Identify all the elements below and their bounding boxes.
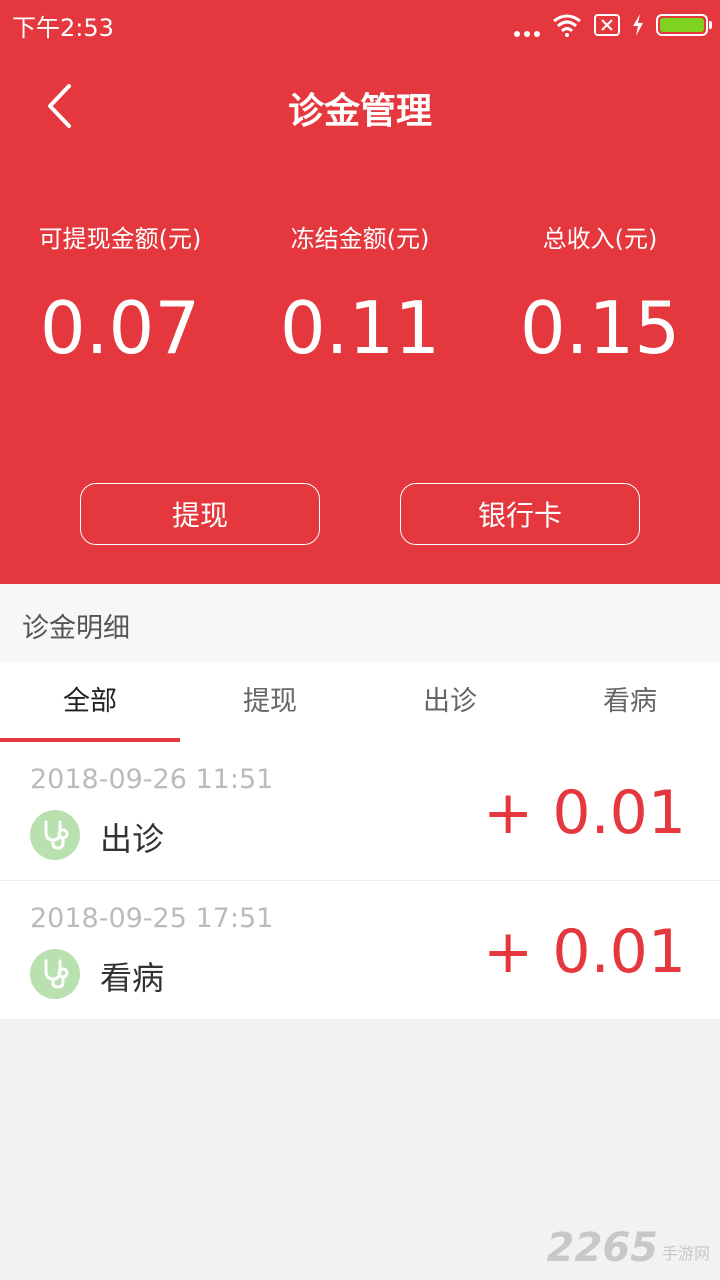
balance-stats: 可提现金额(元) 0.07 冻结金额(元) 0.11 总收入(元) 0.15	[0, 218, 720, 368]
list-item[interactable]: 2018-09-26 11:51 出诊 + 0.01	[0, 742, 720, 881]
stat-value: 0.07	[39, 286, 201, 370]
filter-tabs: 全部 提现 出诊 看病	[0, 662, 720, 742]
withdraw-button[interactable]: 提现	[80, 483, 320, 545]
tab-label: 提现	[243, 686, 297, 717]
tab-label: 看病	[603, 686, 657, 717]
section-title: 诊金明细	[22, 613, 130, 644]
transaction-list: 2018-09-26 11:51 出诊 + 0.01 2018-09-25 17…	[0, 742, 720, 1020]
section-header: 诊金明细	[0, 584, 720, 662]
watermark-text: 手游网	[661, 1244, 710, 1263]
stat-value: 0.11	[279, 286, 441, 370]
status-icons	[514, 10, 712, 40]
item-type: 看病	[100, 959, 165, 997]
page-title: 诊金管理	[287, 91, 432, 132]
stethoscope-icon	[30, 810, 80, 860]
tab-consultation[interactable]: 看病	[540, 662, 720, 742]
sim-off-icon	[594, 14, 620, 36]
stat-label: 冻结金额(元)	[290, 225, 430, 253]
stat-label: 可提现金额(元)	[38, 225, 202, 253]
watermark-number: 2265	[546, 1225, 658, 1271]
tab-withdraw[interactable]: 提现	[180, 662, 360, 742]
item-time: 2018-09-25 17:51	[30, 903, 274, 934]
stat-total-income: 总收入(元) 0.15	[480, 218, 720, 368]
stat-frozen: 冻结金额(元) 0.11	[240, 218, 480, 368]
status-time: 下午2:53	[12, 14, 114, 42]
charging-icon	[633, 14, 643, 36]
item-type: 出诊	[100, 820, 165, 858]
list-item[interactable]: 2018-09-25 17:51 看病 + 0.01	[0, 881, 720, 1020]
tab-label: 出诊	[423, 686, 477, 717]
stat-label: 总收入(元)	[542, 225, 658, 253]
battery-icon	[656, 14, 712, 36]
watermark-logo: 2265 手游网	[547, 1226, 710, 1270]
header: 下午2:53 诊金管理 可提现金额(元) 0.07 冻结金额(元) 0.11 总…	[0, 0, 720, 584]
tab-label: 全部	[63, 686, 117, 717]
stat-value: 0.15	[519, 286, 681, 370]
bank-card-button[interactable]: 银行卡	[400, 483, 640, 545]
tab-all[interactable]: 全部	[0, 662, 180, 742]
tab-house-call[interactable]: 出诊	[360, 662, 540, 742]
stat-withdrawable: 可提现金额(元) 0.07	[0, 218, 240, 368]
wifi-icon	[553, 14, 581, 37]
more-dots-icon	[514, 13, 540, 37]
item-amount: + 0.01	[483, 917, 686, 987]
status-bar: 下午2:53	[0, 0, 720, 50]
stethoscope-icon	[30, 949, 80, 999]
item-time: 2018-09-26 11:51	[30, 764, 274, 795]
item-amount: + 0.01	[483, 778, 686, 848]
